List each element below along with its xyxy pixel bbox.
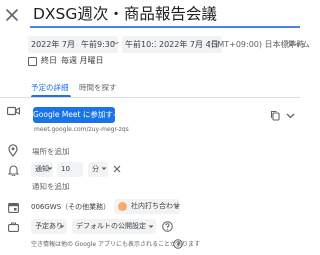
chevron-down-icon	[59, 225, 65, 229]
event-title-input[interactable]: DXSG週次・商品報告会議	[30, 2, 300, 28]
video-camera-icon	[7, 106, 20, 116]
time-separator: 〜	[110, 39, 120, 49]
visibility-select[interactable]: デフォルトの公開設定	[72, 219, 156, 234]
chevron-down-icon	[47, 167, 53, 171]
join-google-meet-button[interactable]: Google Meet に参加する	[33, 107, 120, 123]
help-icon[interactable]	[162, 221, 173, 232]
copy-icon[interactable]	[270, 110, 280, 121]
visibility-value: デフォルトの公開設定	[76, 222, 146, 230]
chevron-down-icon	[174, 205, 180, 209]
remove-notification-icon[interactable]	[113, 165, 121, 173]
chevron-down-icon	[101, 167, 107, 171]
tab-divider	[0, 97, 300, 98]
chevron-down-icon	[148, 225, 154, 229]
notification-value-input[interactable]: 10	[57, 162, 83, 177]
help-icon[interactable]	[173, 239, 183, 249]
tab-event-details[interactable]: 予定の詳細	[31, 82, 69, 94]
location-input[interactable]: 場所を追加	[32, 146, 70, 158]
add-notification-link[interactable]: 通知を追加	[32, 181, 70, 193]
event-color-label: 社内打ち合わせ	[131, 202, 180, 210]
tab-find-time[interactable]: 時間を探す	[79, 82, 117, 94]
location-pin-icon	[8, 144, 18, 157]
all-day-label: 終日	[41, 56, 57, 65]
event-color-swatch	[118, 202, 127, 211]
calendar-owner-label: 006GWS（その他業務）	[31, 203, 111, 211]
briefcase-icon	[8, 222, 19, 232]
notification-unit-value: 分	[92, 165, 99, 173]
calendar-icon	[8, 202, 19, 213]
chevron-down-icon[interactable]	[286, 113, 295, 119]
timezone-link[interactable]: タイム	[286, 36, 310, 53]
all-day-checkbox[interactable]	[28, 57, 37, 66]
close-icon[interactable]	[4, 7, 20, 23]
bell-icon	[8, 164, 19, 176]
repeat-label[interactable]: 毎週 月曜日	[61, 55, 104, 67]
meet-link-text[interactable]: meet.google.com/zuy-megr-zqs	[34, 126, 129, 134]
